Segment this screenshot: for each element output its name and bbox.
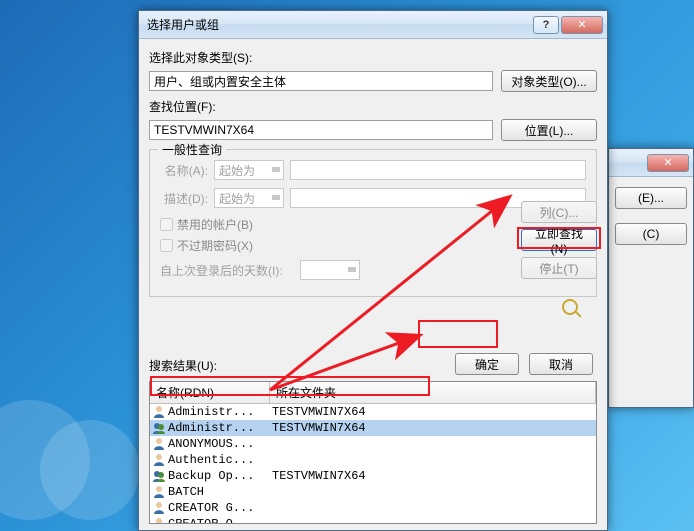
name-input[interactable] bbox=[290, 160, 586, 180]
user-icon bbox=[152, 405, 166, 419]
col-name[interactable]: 名称(RDN) bbox=[150, 382, 270, 403]
checkbox-icon[interactable] bbox=[160, 218, 173, 231]
user-icon bbox=[152, 517, 166, 524]
user-icon bbox=[152, 437, 166, 451]
desc-label: 描述(D): bbox=[160, 190, 214, 207]
user-icon bbox=[152, 485, 166, 499]
last-login-label: 自上次登录后的天数(I): bbox=[160, 262, 300, 279]
cell-name: CREATOR O... bbox=[168, 517, 272, 524]
col-folder[interactable]: 所在文件夹 bbox=[270, 382, 596, 403]
background-window: ✕ (E)... (C) bbox=[608, 148, 694, 408]
back-btn-2[interactable]: (C) bbox=[615, 223, 687, 245]
table-row[interactable]: CREATOR G... bbox=[150, 500, 596, 516]
table-row[interactable]: Administr...TESTVMWIN7X64 bbox=[150, 420, 596, 436]
last-login-select[interactable] bbox=[300, 260, 360, 280]
group-legend: 一般性查询 bbox=[158, 141, 226, 158]
select-user-or-group-dialog: 选择用户或组 ? ✕ 选择此对象类型(S): 对象类型(O)... 查找位置(F… bbox=[138, 10, 608, 531]
cell-folder: TESTVMWIN7X64 bbox=[272, 405, 594, 419]
find-now-button[interactable]: 立即查找(N) bbox=[521, 229, 597, 251]
ok-button[interactable]: 确定 bbox=[455, 353, 519, 375]
cancel-button[interactable]: 取消 bbox=[529, 353, 593, 375]
object-type-label: 选择此对象类型(S): bbox=[149, 49, 597, 66]
name-label: 名称(A): bbox=[160, 162, 214, 179]
cell-name: BATCH bbox=[168, 485, 272, 499]
results-list[interactable]: 名称(RDN) 所在文件夹 Administr...TESTVMWIN7X64A… bbox=[149, 381, 597, 524]
table-row[interactable]: CREATOR O... bbox=[150, 516, 596, 524]
cell-name: CREATOR G... bbox=[168, 501, 272, 515]
close-icon[interactable]: ✕ bbox=[561, 16, 603, 34]
table-row[interactable]: ANONYMOUS... bbox=[150, 436, 596, 452]
cell-name: Administr... bbox=[168, 405, 272, 419]
location-label: 查找位置(F): bbox=[149, 98, 597, 115]
help-icon[interactable]: ? bbox=[533, 16, 559, 34]
user-icon bbox=[152, 501, 166, 515]
cell-name: ANONYMOUS... bbox=[168, 437, 272, 451]
table-row[interactable]: Administr...TESTVMWIN7X64 bbox=[150, 404, 596, 420]
table-row[interactable]: Backup Op...TESTVMWIN7X64 bbox=[150, 468, 596, 484]
close-icon[interactable]: ✕ bbox=[647, 154, 689, 172]
window-title: 选择用户或组 bbox=[147, 16, 531, 33]
stop-button[interactable]: 停止(T) bbox=[521, 257, 597, 279]
columns-button[interactable]: 列(C)... bbox=[521, 201, 597, 223]
titlebar: ✕ bbox=[609, 149, 693, 177]
table-row[interactable]: Authentic... bbox=[150, 452, 596, 468]
location-field bbox=[149, 120, 493, 140]
object-type-field bbox=[149, 71, 493, 91]
locations-button[interactable]: 位置(L)... bbox=[501, 119, 597, 141]
cell-folder: TESTVMWIN7X64 bbox=[272, 469, 594, 483]
cell-name: Backup Op... bbox=[168, 469, 272, 483]
list-header[interactable]: 名称(RDN) 所在文件夹 bbox=[150, 382, 596, 404]
desc-mode-select[interactable] bbox=[214, 188, 284, 208]
object-types-button[interactable]: 对象类型(O)... bbox=[501, 70, 597, 92]
user-icon bbox=[152, 453, 166, 467]
bg-decoration bbox=[40, 420, 140, 520]
cell-name: Authentic... bbox=[168, 453, 272, 467]
titlebar[interactable]: 选择用户或组 ? ✕ bbox=[139, 11, 607, 39]
checkbox-icon[interactable] bbox=[160, 239, 173, 252]
group-icon bbox=[152, 469, 166, 483]
group-icon bbox=[152, 421, 166, 435]
search-icon bbox=[545, 295, 595, 319]
name-mode-select[interactable] bbox=[214, 160, 284, 180]
back-btn-1[interactable]: (E)... bbox=[615, 187, 687, 209]
cell-name: Administr... bbox=[168, 421, 272, 435]
table-row[interactable]: BATCH bbox=[150, 484, 596, 500]
cell-folder: TESTVMWIN7X64 bbox=[272, 421, 594, 435]
